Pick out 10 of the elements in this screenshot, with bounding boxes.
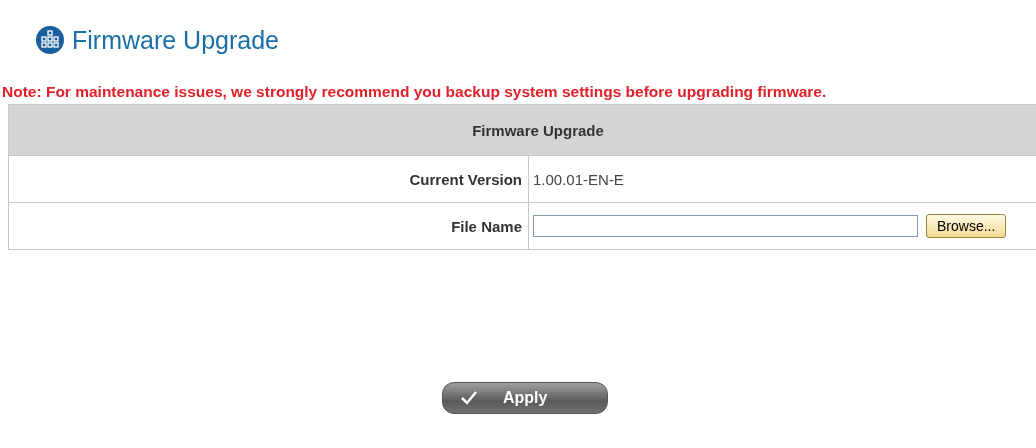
- field-label: File Name: [8, 202, 529, 250]
- checkmark-icon: [461, 391, 477, 405]
- page-title: Firmware Upgrade: [72, 25, 279, 55]
- field-label: Current Version: [8, 155, 529, 203]
- browse-button[interactable]: Browse...: [926, 214, 1007, 238]
- apply-button[interactable]: Apply: [442, 382, 608, 414]
- file-name-field[interactable]: [533, 215, 918, 237]
- table-header: Firmware Upgrade: [8, 104, 1036, 156]
- warning-note: Note: For maintenance issues, we strongly recommend you backup system settings before upgrading firmware.: [2, 82, 828, 102]
- grid-icon: [36, 26, 64, 54]
